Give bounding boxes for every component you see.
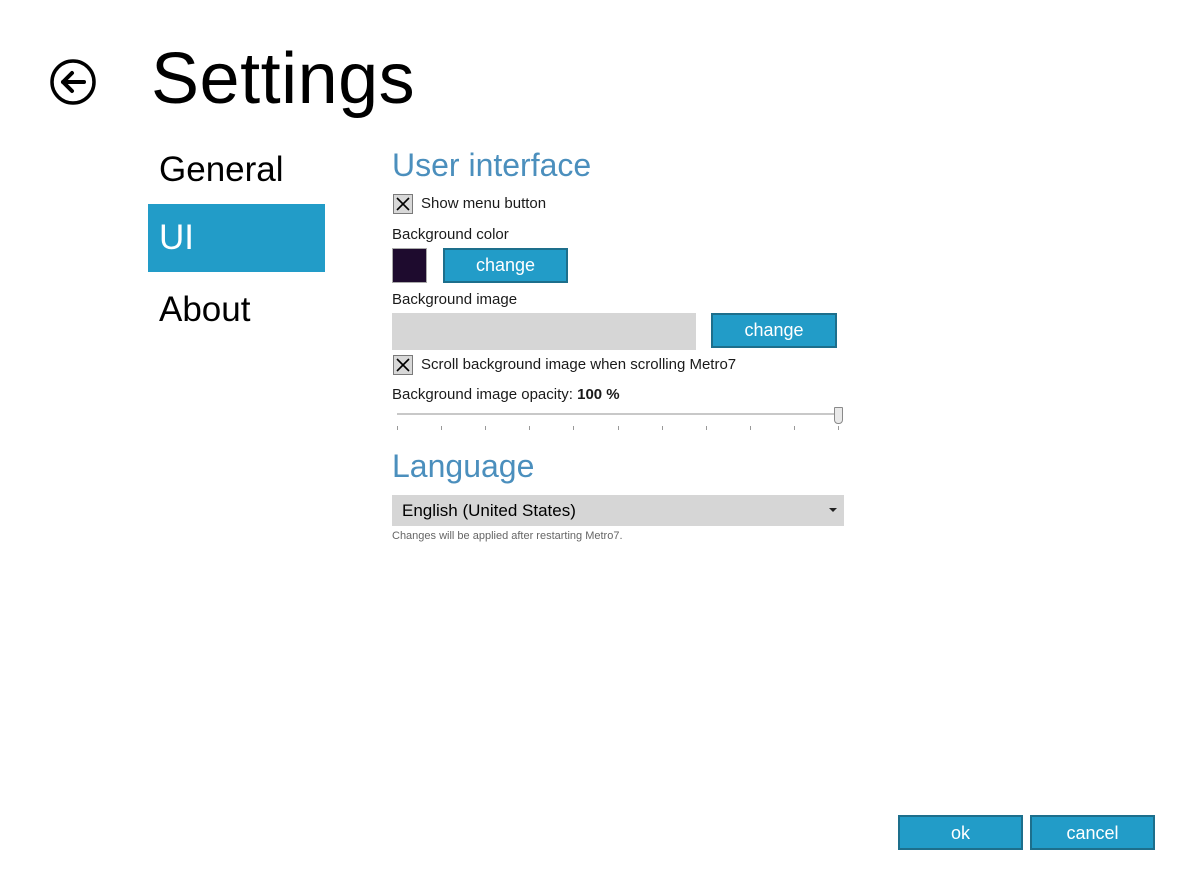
- change-background-image-button[interactable]: change: [711, 313, 837, 348]
- ok-button[interactable]: ok: [898, 815, 1023, 850]
- opacity-slider-track[interactable]: [397, 413, 840, 415]
- slider-tick: [838, 426, 839, 430]
- language-selected-value: English (United States): [402, 501, 576, 520]
- cancel-button[interactable]: cancel: [1030, 815, 1155, 850]
- settings-page: Settings General UI About User interface…: [0, 0, 1192, 880]
- scroll-background-label: Scroll background image when scrolling M…: [421, 356, 737, 373]
- change-background-color-button[interactable]: change: [443, 248, 568, 283]
- opacity-label-text: Background image opacity:: [392, 386, 573, 403]
- opacity-label: Background image opacity: 100 %: [392, 386, 620, 403]
- nav-item-about[interactable]: About: [148, 276, 325, 344]
- opacity-value: 100 %: [577, 386, 620, 403]
- slider-tick: [662, 426, 663, 430]
- background-image-field[interactable]: [392, 313, 696, 350]
- section-heading-user-interface: User interface: [392, 147, 592, 183]
- nav-item-ui[interactable]: UI: [148, 204, 325, 272]
- opacity-slider-thumb[interactable]: [834, 407, 843, 424]
- scroll-background-checkbox[interactable]: [393, 355, 413, 375]
- slider-tick: [618, 426, 619, 430]
- language-select[interactable]: English (United States): [392, 495, 844, 526]
- background-color-label: Background color: [392, 226, 509, 243]
- chevron-down-icon: [829, 508, 837, 512]
- checkmark-x-icon: [396, 358, 410, 372]
- slider-tick: [397, 426, 398, 430]
- slider-tick: [794, 426, 795, 430]
- page-title: Settings: [151, 39, 416, 119]
- checkmark-x-icon: [396, 197, 410, 211]
- nav-item-general[interactable]: General: [148, 136, 325, 204]
- background-image-label: Background image: [392, 291, 518, 308]
- slider-tick: [485, 426, 486, 430]
- show-menu-button-label: Show menu button: [421, 195, 547, 212]
- slider-tick: [573, 426, 574, 430]
- show-menu-button-checkbox[interactable]: [393, 194, 413, 214]
- language-hint: Changes will be applied after restarting…: [392, 530, 623, 542]
- section-heading-language: Language: [392, 448, 535, 484]
- slider-tick: [529, 426, 530, 430]
- slider-tick: [706, 426, 707, 430]
- slider-tick: [441, 426, 442, 430]
- back-arrow-icon[interactable]: [50, 59, 96, 105]
- slider-tick: [750, 426, 751, 430]
- background-color-swatch[interactable]: [392, 248, 427, 283]
